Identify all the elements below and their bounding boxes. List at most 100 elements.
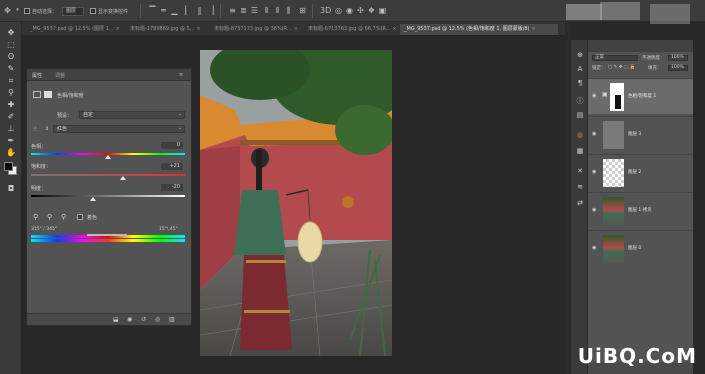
brush-settings-icon[interactable]: ≋ — [575, 182, 585, 192]
hue-slider-thumb[interactable] — [105, 155, 111, 159]
trash-icon[interactable]: ▥ — [169, 316, 175, 323]
auto-select-checkbox[interactable] — [24, 8, 30, 14]
swatches-icon[interactable]: ▦ — [575, 146, 585, 156]
view-previous-icon[interactable]: ◉ — [127, 316, 132, 323]
tab-document-1[interactable]: _MG_9537.psd @ 12.5% (图层 1... × — [26, 24, 124, 35]
tab-document-active[interactable]: _MG_9537.psd @ 12.5% (色相/饱和度 1, 图层蒙版/8) × — [400, 24, 558, 35]
close-icon[interactable]: × — [392, 26, 396, 32]
layer-name: 图层 3 — [628, 132, 642, 137]
opacity-label: 不透明度： — [642, 56, 665, 61]
align-right-icon[interactable]: ▕ — [206, 6, 215, 15]
tab-adjustments[interactable]: 调整 — [55, 72, 65, 79]
marquee-icon[interactable]: ⬚ — [5, 40, 17, 50]
type-panel-icon[interactable]: A — [575, 64, 585, 74]
visibility-eye-icon[interactable]: ◉ — [592, 169, 596, 175]
paragraph-icon[interactable]: ¶ — [575, 78, 585, 88]
color-wheel-icon[interactable]: ◍ — [575, 130, 585, 140]
layer-row[interactable]: ◉ 图层 0 — [588, 230, 693, 266]
document-canvas[interactable] — [200, 50, 392, 356]
3d-slide-icon[interactable]: ❖ — [367, 6, 376, 15]
fill-field[interactable]: 100% — [668, 65, 688, 71]
lightness-slider-track[interactable] — [31, 195, 185, 197]
chevron-down-icon[interactable]: ▾ — [13, 6, 22, 15]
saturation-slider-track[interactable] — [31, 174, 185, 176]
move-tool-icon[interactable]: ✥ — [3, 6, 12, 15]
tab-document-3[interactable]: 未标题-8737173.jpg @ 36%(R... × — [210, 24, 302, 35]
layer-mask-icon[interactable] — [44, 91, 52, 98]
clone-source-icon[interactable]: ⇄ — [575, 198, 585, 208]
brush-icon[interactable]: ✐ — [5, 112, 17, 122]
clone-stamp-icon[interactable]: ⊥ — [5, 124, 17, 134]
options-divider — [312, 4, 313, 18]
distribute-right-icon[interactable]: ⫼ — [284, 6, 293, 15]
info-icon[interactable]: ⓘ — [575, 96, 585, 106]
auto-align-icon[interactable]: ⊞ — [298, 6, 307, 15]
range-bar[interactable] — [87, 234, 127, 236]
layer-row[interactable]: ◉ 图层 2 — [588, 154, 693, 190]
layer-comps-icon[interactable]: ▤ — [575, 110, 585, 120]
distribute-vcenter-icon[interactable]: ≣ — [239, 6, 248, 15]
preset-dropdown[interactable]: 自定 — [79, 111, 185, 119]
distribute-bottom-icon[interactable]: ☰ — [250, 6, 259, 15]
lock-icons[interactable]: ▢ ✎ ✥ ⬚ 🔒 — [608, 65, 635, 70]
hand-icon[interactable]: ✋ — [5, 148, 17, 158]
close-icon[interactable]: × — [294, 26, 298, 32]
tab-document-4[interactable]: 未标题-6713763.jpg @ 66.7%(R... × — [304, 24, 398, 35]
3d-pan-icon[interactable]: ✣ — [356, 6, 365, 15]
close-icon[interactable]: × — [197, 26, 201, 32]
align-top-icon[interactable]: ▔ — [148, 6, 157, 15]
pen-icon[interactable]: ✒ — [5, 136, 17, 146]
tab-properties[interactable]: 属性 — [32, 72, 42, 79]
align-vcenter-icon[interactable]: ═ — [159, 6, 168, 15]
target-adjust-hand-icon[interactable]: ☝ — [33, 125, 37, 133]
clip-to-layer-icon[interactable]: ⬓ — [113, 316, 119, 323]
document-tabs: _MG_9537.psd @ 12.5% (图层 1... × 未标题-17898… — [22, 22, 565, 36]
eyedropper-plus-icon[interactable]: ⚲ — [47, 213, 52, 221]
distribute-top-icon[interactable]: ≡ — [228, 6, 237, 15]
reset-icon[interactable]: ↺ — [141, 316, 146, 323]
lightness-slider-thumb[interactable] — [89, 197, 96, 201]
tool-presets-icon[interactable]: ✕ — [575, 166, 585, 176]
panel-menu-icon[interactable]: ≡ — [179, 72, 183, 78]
saturation-slider-thumb[interactable] — [120, 176, 127, 180]
colorize-checkbox[interactable] — [77, 214, 83, 220]
move-icon[interactable]: ✥ — [5, 28, 17, 38]
history-icon[interactable]: ⊕ — [575, 50, 585, 60]
3d-roll-icon[interactable]: ◉ — [345, 6, 354, 15]
auto-select-dropdown[interactable]: 图层 — [62, 7, 84, 16]
saturation-value[interactable]: +21 — [161, 163, 183, 170]
channel-dropdown[interactable]: 红色 — [53, 125, 185, 133]
align-left-icon[interactable]: ▏ — [184, 6, 193, 15]
tab-document-2[interactable]: 未标题-1789869.jpg @ 5... × — [126, 24, 208, 35]
opacity-field[interactable]: 100% — [668, 55, 688, 61]
blend-mode-dropdown[interactable]: 正常 — [592, 55, 638, 61]
eyedropper-icon[interactable]: ⚲ — [33, 213, 38, 221]
lasso-icon[interactable]: ʘ — [5, 52, 17, 62]
close-icon[interactable]: × — [532, 26, 536, 32]
eyedropper-minus-icon[interactable]: ⚲ — [61, 213, 66, 221]
align-hcenter-icon[interactable]: ‖ — [195, 6, 204, 15]
show-transform-checkbox[interactable] — [90, 8, 96, 14]
healing-brush-icon[interactable]: ✚ — [5, 100, 17, 110]
visibility-eye-icon[interactable]: ◉ — [592, 93, 596, 99]
foreground-color-swatch[interactable] — [4, 162, 13, 171]
close-icon[interactable]: × — [116, 26, 120, 32]
eyedropper-icon[interactable]: ⚲ — [5, 88, 17, 98]
layer-row[interactable]: ◉ ▣ 色相/饱和度 1 — [588, 78, 693, 114]
distribute-hcenter-icon[interactable]: ⦀ — [273, 6, 282, 15]
layer-row[interactable]: ◉ 图层 1 拷贝 — [588, 192, 693, 228]
align-bottom-icon[interactable]: ▁ — [170, 6, 179, 15]
quick-mask-icon[interactable]: ◘ — [5, 184, 17, 194]
crop-icon[interactable]: ⌗ — [5, 76, 17, 86]
hue-value[interactable]: 0 — [161, 142, 183, 149]
quick-select-icon[interactable]: ✎ — [5, 64, 17, 74]
lightness-value[interactable]: -20 — [161, 184, 183, 191]
visibility-eye-icon[interactable]: ◉ — [592, 245, 596, 251]
visibility-eye-icon[interactable]: ◉ — [592, 207, 596, 213]
3d-scale-icon[interactable]: ▣ — [378, 6, 387, 15]
visibility-eye-icon[interactable]: ◎ — [155, 316, 160, 323]
layer-row[interactable]: ◉ 图层 3 — [588, 116, 693, 152]
distribute-left-icon[interactable]: ⫴ — [262, 6, 271, 15]
3d-orbit-icon[interactable]: ◎ — [334, 6, 343, 15]
visibility-eye-icon[interactable]: ◉ — [592, 131, 596, 137]
